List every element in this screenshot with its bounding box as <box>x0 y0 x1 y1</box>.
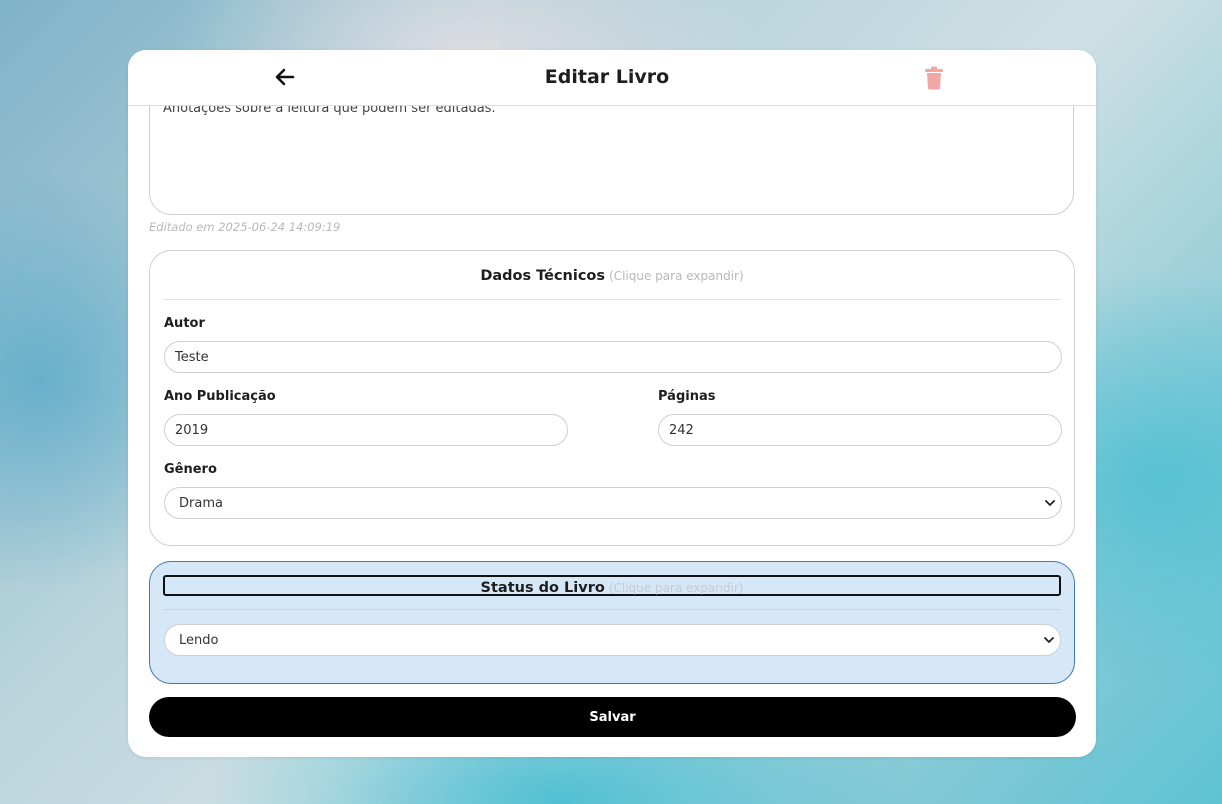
author-label: Autor <box>164 316 205 331</box>
year-label: Ano Publicação <box>164 389 276 404</box>
status-section-title: Status do Livro <box>480 580 605 596</box>
delete-button[interactable] <box>924 66 944 90</box>
pages-input[interactable] <box>658 414 1062 446</box>
section-divider <box>164 609 1060 610</box>
edited-timestamp: Editado em 2025-06-24 14:09:19 <box>149 220 341 234</box>
chevron-down-icon <box>1045 500 1055 506</box>
genre-select[interactable]: Drama <box>164 487 1062 519</box>
author-input[interactable] <box>164 341 1062 373</box>
trash-icon <box>925 66 943 90</box>
edit-book-card: Editar Livro Anotações sobre a leitura q… <box>128 50 1096 757</box>
pages-label: Páginas <box>658 389 716 404</box>
technical-section-hint: (Clique para expandir) <box>609 269 744 283</box>
technical-section-toggle[interactable]: Dados Técnicos (Clique para expandir) <box>150 265 1074 284</box>
status-select[interactable]: Lendo <box>164 624 1061 656</box>
book-status-section: Status do Livro (Clique para expandir) Le… <box>149 561 1075 684</box>
chevron-down-icon <box>1044 637 1054 643</box>
status-selected-value: Lendo <box>179 633 219 648</box>
genre-label: Gênero <box>164 462 217 477</box>
genre-selected-value: Drama <box>179 496 223 511</box>
technical-data-section: Dados Técnicos (Clique para expandir) Aut… <box>149 250 1075 546</box>
technical-section-title: Dados Técnicos <box>480 268 606 284</box>
year-input[interactable] <box>164 414 568 446</box>
status-section-toggle[interactable]: Status do Livro (Clique para expandir) <box>163 575 1061 596</box>
status-section-hint: (Clique para expandir) <box>608 581 744 595</box>
header: Editar Livro <box>128 50 1096 106</box>
save-button[interactable]: Salvar <box>149 697 1076 737</box>
section-divider <box>164 299 1060 300</box>
